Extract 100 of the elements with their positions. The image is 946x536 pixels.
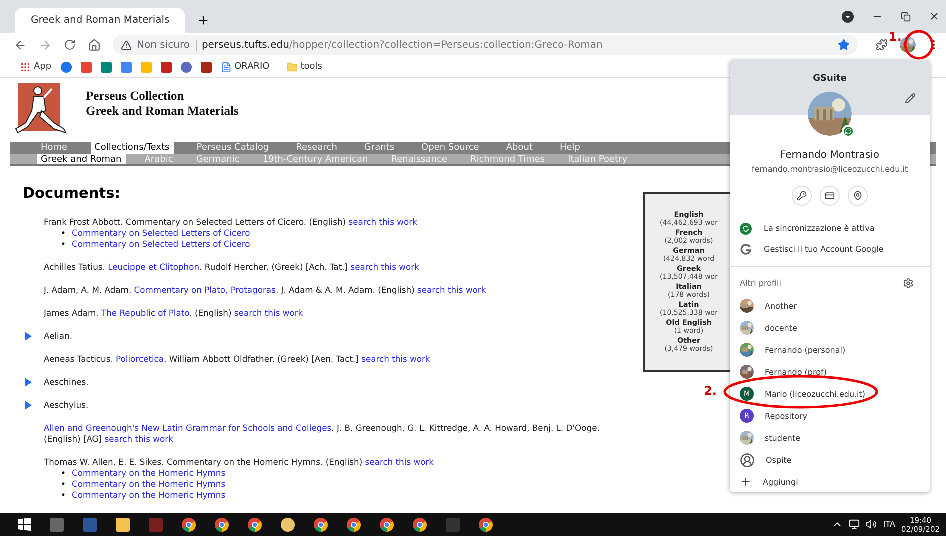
profile-email: fernando.montrasio@liceozucchi.edu.it	[752, 165, 908, 174]
nav-link[interactable]: About	[502, 142, 537, 154]
chrome-icon[interactable]	[182, 518, 196, 532]
nav-link[interactable]: Grants	[360, 142, 399, 154]
reload-icon[interactable]	[64, 39, 76, 51]
bullet: •	[61, 479, 66, 490]
chrome-icon[interactable]	[314, 518, 328, 532]
chrome-icon[interactable]	[380, 518, 394, 532]
expand-icon[interactable]	[25, 332, 32, 341]
annotation-circle	[904, 30, 934, 60]
windows-logo-icon[interactable]	[18, 518, 31, 531]
bookmark-icon[interactable]	[80, 62, 92, 72]
bullet: •	[61, 490, 66, 501]
bookmark-icon[interactable]	[100, 62, 112, 72]
document-link[interactable]: The Republic of Plato	[101, 308, 190, 318]
annotation-label: 1.	[889, 30, 902, 44]
address-bar[interactable]: Non sicuro perseus.tufts.edu/hopper/collection?collection=Perseus:collection:Greco-Roman	[113, 35, 858, 55]
back-icon[interactable]	[14, 38, 27, 52]
edit-icon[interactable]	[905, 93, 916, 104]
passwords-button[interactable]	[792, 186, 812, 206]
restore-icon[interactable]	[901, 12, 911, 22]
sync-row[interactable]: La sincronizzazione è attiva	[730, 218, 930, 239]
document-link[interactable]: Allen and Greenough's New Latin Grammar for Schools and Colleges	[44, 423, 332, 433]
new-tab-icon[interactable]	[197, 14, 210, 27]
document-entry: J. Adam, A. M. Adam. Commentary on Plato, Protagoras. J. Adam & A. M. Adam. (English) search this work	[44, 285, 488, 296]
browser-tab[interactable]: Greek and Roman Materials	[15, 8, 185, 33]
document-link[interactable]: Commentary on Selected Letters of Cicero	[72, 228, 250, 239]
nav-link[interactable]: Research	[292, 142, 342, 154]
profile-item[interactable]: Fernando (prof)	[730, 361, 930, 383]
security-label: Non sicuro	[137, 40, 197, 50]
nav-link[interactable]: Help	[556, 142, 584, 154]
bookmark-icon[interactable]	[200, 62, 212, 72]
dropdown-icon[interactable]	[842, 10, 854, 22]
document-link[interactable]: Leucippe et Clitophon	[108, 262, 200, 272]
document-link[interactable]: Commentary on the Homeric Hymns	[72, 479, 226, 490]
bookmark-icon[interactable]	[160, 62, 172, 72]
annotation-label: 2.	[704, 384, 717, 398]
chrome-icon[interactable]	[248, 518, 262, 532]
manage-account-row[interactable]: Gestisci il tuo Account Google	[730, 239, 930, 260]
nav-link[interactable]: Perseus Catalog	[192, 142, 274, 154]
home-icon[interactable]	[88, 38, 101, 52]
addresses-button[interactable]	[848, 186, 868, 206]
document-link[interactable]: Commentary on Selected Letters of Cicero	[72, 239, 250, 250]
document-link[interactable]: search this work	[362, 354, 430, 364]
bookmark-icon[interactable]	[180, 62, 192, 72]
document-entry: Thomas W. Allen, E. E. Sikes. Commentary on the Homeric Hymns. (English) search this work	[44, 457, 435, 468]
language-indicator[interactable]: ITA	[883, 520, 896, 529]
bullet: •	[61, 239, 66, 250]
profile-item[interactable]: Fernando (personal)	[730, 339, 930, 361]
settings-icon[interactable]	[903, 278, 914, 288]
apps-icon[interactable]	[20, 62, 31, 72]
document-link[interactable]: search this work	[234, 308, 304, 318]
site-title: Perseus Collection	[86, 89, 186, 104]
document-link[interactable]: search this work	[418, 285, 486, 295]
nav-link[interactable]: Collections/Texts	[90, 142, 174, 154]
add-profile-item[interactable]: Aggiungi	[730, 471, 930, 492]
document-link[interactable]: Commentary on the Homeric Hymns	[72, 468, 226, 479]
nav-link[interactable]: Open Source	[418, 142, 484, 154]
profile-item[interactable]: Another	[730, 295, 930, 317]
chrome-icon[interactable]	[215, 518, 229, 532]
chrome-icon[interactable]	[413, 518, 427, 532]
chrome-icon[interactable]	[347, 518, 361, 532]
document-link[interactable]: Commentary on Plato, Protagoras	[134, 285, 276, 295]
document-link[interactable]: search this work	[348, 217, 418, 227]
profile-item[interactable]: studente	[730, 427, 930, 449]
sub-nav-link[interactable]: Greek and Roman	[37, 154, 126, 164]
document-entry: Allen and Greenough's New Latin Grammar for Schools and Colleges. J. B. Greenough, G. L. Kittredge, A. A. Howard, Benj. L. D'Ooge. (English) [AG] search this work	[44, 423, 601, 445]
google-icon	[740, 244, 752, 256]
document-link[interactable]: search this work	[350, 262, 420, 272]
volume-icon[interactable]	[866, 519, 878, 530]
document-link[interactable]: search this work	[365, 457, 434, 467]
nav-link[interactable]: Home	[37, 142, 72, 154]
guest-icon	[740, 452, 755, 468]
document-entry: James Adam. The Republic of Plato. (English) search this work	[44, 308, 304, 319]
key-icon	[797, 191, 807, 201]
card-icon	[825, 191, 835, 201]
expand-icon[interactable]	[25, 401, 32, 410]
sync-icon	[845, 128, 852, 135]
bullet: •	[61, 468, 66, 479]
profile-item[interactable]: Ospite	[730, 449, 930, 471]
network-icon[interactable]	[849, 519, 860, 530]
site-title: Greek and Roman Materials	[86, 104, 239, 119]
bookmark-icon[interactable]	[60, 62, 72, 72]
close-icon[interactable]	[929, 11, 940, 22]
extensions-icon[interactable]	[876, 39, 888, 51]
document-link[interactable]: Poliorcetica	[116, 354, 164, 364]
documents-heading: Documents:	[23, 186, 122, 202]
chrome-icon[interactable]	[479, 518, 493, 532]
star-icon[interactable]	[838, 39, 850, 51]
bookmark[interactable]: App	[34, 62, 52, 72]
bookmark[interactable]: ORARIO	[234, 62, 270, 72]
bookmark-icon[interactable]	[120, 62, 132, 72]
profile-item[interactable]: docente	[730, 317, 930, 339]
bookmark[interactable]: tools	[300, 62, 322, 72]
document-link[interactable]: Commentary on the Homeric Hymns	[72, 490, 226, 501]
document-entry: Aeschines.	[44, 377, 90, 388]
payments-button[interactable]	[820, 186, 840, 206]
sync-icon	[740, 222, 752, 234]
expand-icon[interactable]	[25, 378, 32, 387]
document-link[interactable]: search this work	[104, 434, 174, 444]
